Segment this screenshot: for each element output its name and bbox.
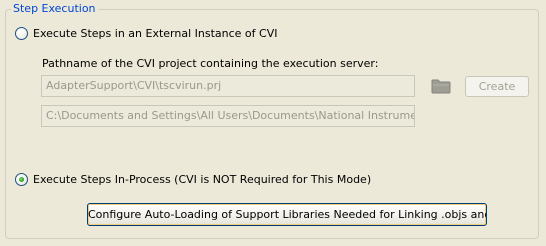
external-instance-radio[interactable] [15, 27, 28, 40]
pathname-label: Pathname of the CVI project containing t… [42, 57, 379, 70]
in-process-option[interactable]: Execute Steps In-Process (CVI is NOT Req… [15, 173, 371, 186]
external-instance-option[interactable]: Execute Steps in an External Instance of… [15, 27, 277, 40]
configure-autoloading-button[interactable]: Configure Auto-Loading of Support Librar… [87, 203, 487, 226]
create-button[interactable]: Create [465, 76, 529, 97]
folder-icon [431, 79, 451, 94]
external-instance-label: Execute Steps in an External Instance of… [33, 27, 278, 40]
browse-button[interactable] [429, 75, 453, 97]
full-path-field[interactable]: C:\Documents and Settings\All Users\Docu… [41, 105, 415, 127]
in-process-label: Execute Steps In-Process (CVI is NOT Req… [33, 173, 372, 186]
groupbox-title: Step Execution [11, 2, 98, 15]
in-process-radio[interactable] [15, 173, 28, 186]
project-path-field[interactable]: AdapterSupport\CVI\tscvirun.prj [41, 75, 415, 97]
